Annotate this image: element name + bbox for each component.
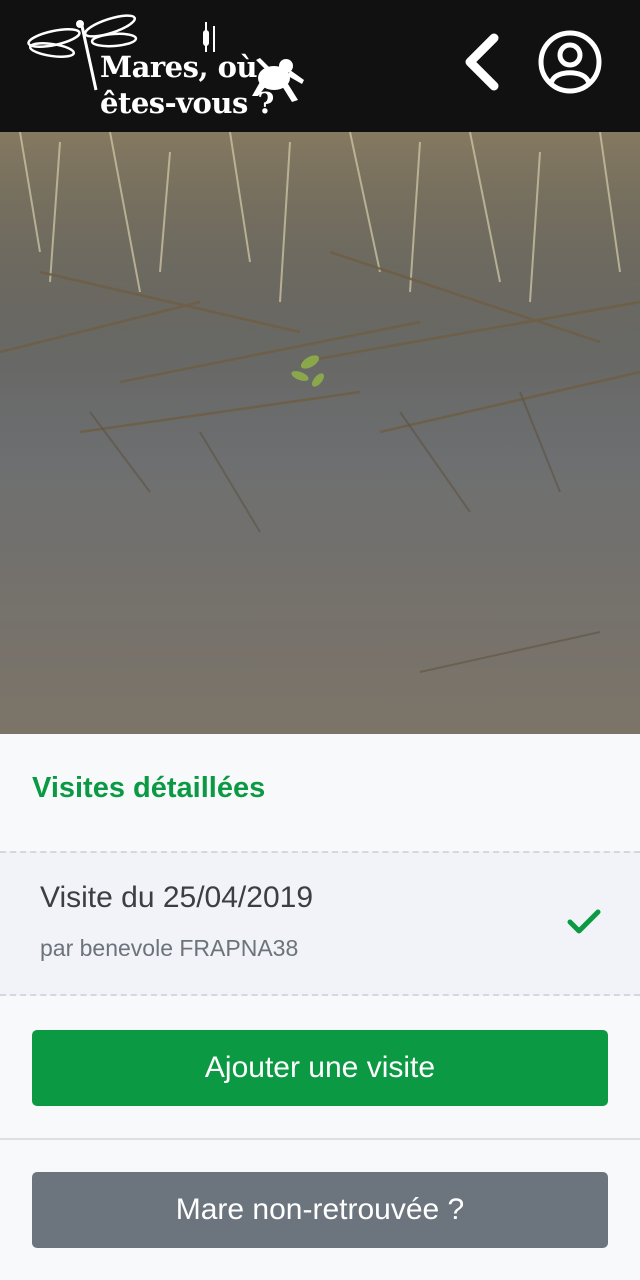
visit-list-item[interactable]: Visite du 25/04/2019 par benevole FRAPNA… — [0, 851, 640, 996]
app-header: Mares, où êtes-vous ? — [0, 0, 640, 132]
pond-not-found-button[interactable]: Mare non-retrouvée ? — [32, 1172, 608, 1248]
app-logo[interactable]: Mares, où êtes-vous ? — [24, 12, 314, 124]
logo-title-line2: êtes-vous ? — [100, 86, 274, 120]
logo-title-line1: Mares, où — [100, 50, 258, 84]
app-screen: Mares, où êtes-vous ? Visites détaillées… — [0, 0, 640, 1280]
account-button[interactable] — [536, 28, 604, 96]
add-visit-button[interactable]: Ajouter une visite — [32, 1030, 608, 1106]
section-divider — [0, 1138, 640, 1140]
visit-date-title: Visite du 25/04/2019 — [40, 881, 314, 914]
pond-photo — [0, 132, 640, 734]
check-icon — [567, 909, 601, 934]
visit-author: par benevole FRAPNA38 — [40, 935, 299, 961]
pond-water-vegetation-photo — [0, 132, 640, 734]
chevron-left-icon — [465, 33, 499, 91]
back-button[interactable] — [456, 30, 512, 94]
visits-section-title: Visites détaillées — [32, 772, 266, 804]
user-circle-icon — [538, 30, 602, 94]
